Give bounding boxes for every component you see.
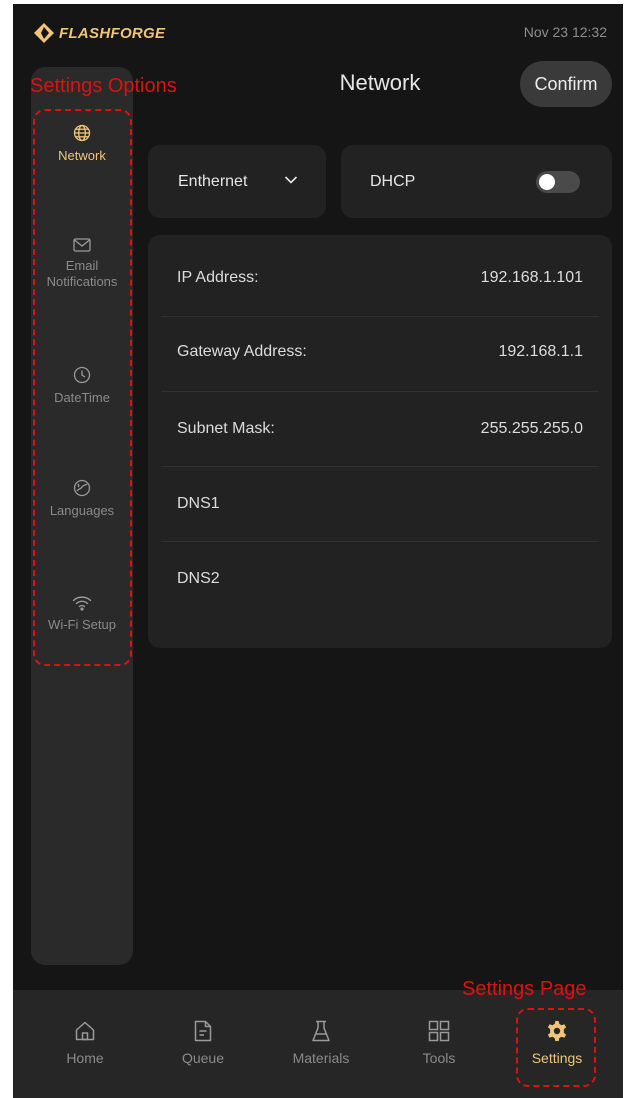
connection-type-dropdown[interactable]: Enthernet [148, 145, 326, 218]
nav-materials[interactable]: Materials [276, 1020, 366, 1066]
nav-label: Tools [422, 1050, 456, 1066]
flashforge-logo-icon [34, 23, 54, 43]
app-screen: FLASHFORGE Nov 23 12:32 Network Email No… [13, 4, 623, 1098]
gateway-address-value: 192.168.1.1 [498, 343, 583, 360]
subnet-mask-label: Subnet Mask: [177, 420, 275, 437]
dns2-label: DNS2 [177, 570, 220, 587]
toggle-knob [539, 174, 555, 190]
ip-address-row[interactable]: IP Address: 192.168.1.101 [161, 235, 599, 310]
network-info-panel: IP Address: 192.168.1.101 Gateway Addres… [148, 235, 612, 648]
flask-icon [312, 1020, 330, 1042]
ip-address-value: 192.168.1.101 [480, 269, 583, 286]
settings-page-annotation: Settings Page [462, 978, 587, 1000]
settings-options-annotation: Settings Options [30, 75, 177, 97]
dns1-label: DNS1 [177, 495, 220, 512]
dhcp-toggle[interactable] [536, 171, 580, 193]
settings-page-highlight [516, 1008, 596, 1087]
dhcp-label: DHCP [370, 173, 416, 190]
page-title: Network [339, 70, 421, 95]
gateway-address-row[interactable]: Gateway Address: 192.168.1.1 [161, 317, 599, 392]
nav-home[interactable]: Home [40, 1020, 130, 1066]
dns2-row[interactable]: DNS2 [161, 542, 599, 617]
gateway-address-label: Gateway Address: [177, 343, 307, 360]
nav-label: Home [66, 1050, 104, 1066]
document-icon [194, 1020, 212, 1042]
ip-address-label: IP Address: [177, 269, 259, 286]
subnet-mask-row[interactable]: Subnet Mask: 255.255.255.0 [161, 392, 599, 467]
chevron-down-icon [284, 176, 298, 184]
grid-icon [428, 1020, 450, 1042]
status-datetime: Nov 23 12:32 [523, 24, 607, 40]
nav-label: Materials [292, 1050, 350, 1066]
nav-label: Queue [181, 1050, 225, 1066]
settings-options-highlight [33, 109, 132, 666]
home-icon [75, 1021, 95, 1041]
nav-queue[interactable]: Queue [158, 1020, 248, 1066]
brand-logo: FLASHFORGE [33, 22, 165, 44]
confirm-button[interactable]: Confirm [520, 61, 612, 107]
dhcp-card: DHCP [341, 145, 612, 218]
status-bar: FLASHFORGE Nov 23 12:32 [13, 4, 623, 60]
brand-name: FLASHFORGE [59, 24, 166, 42]
nav-tools[interactable]: Tools [394, 1020, 484, 1066]
connection-type-value: Enthernet [178, 173, 248, 190]
subnet-mask-value: 255.255.255.0 [480, 420, 583, 437]
dns1-row[interactable]: DNS1 [161, 467, 599, 542]
